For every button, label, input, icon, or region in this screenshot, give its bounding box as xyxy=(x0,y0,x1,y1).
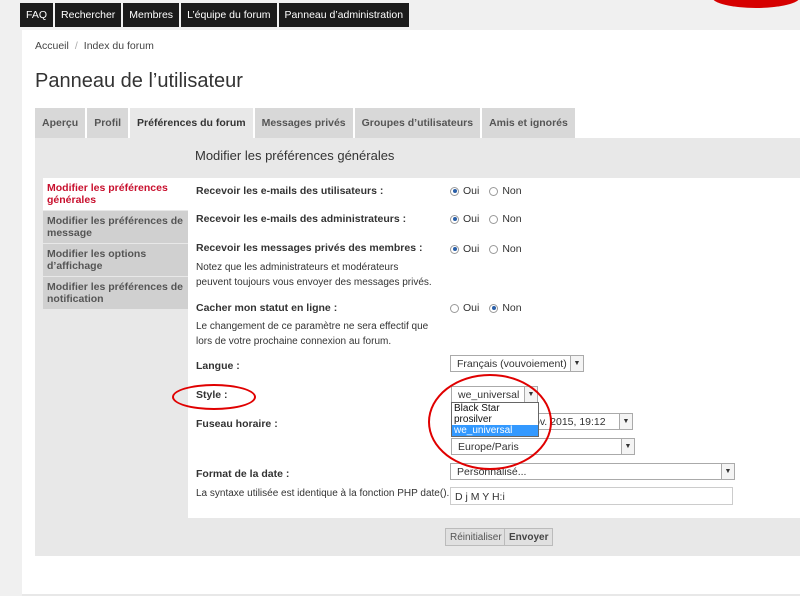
top-nav: FAQ Rechercher Membres L’équipe du forum… xyxy=(20,3,411,27)
style-option-we-universal[interactable]: we_universal xyxy=(452,425,538,436)
label-hide-status: Cacher mon statut en ligne : xyxy=(196,302,338,314)
radio-group-email-users: Oui Non xyxy=(450,185,532,197)
side-item-notification-prefs[interactable]: Modifier les préférences de notification xyxy=(43,277,188,310)
chevron-down-icon: ▼ xyxy=(570,356,583,371)
submit-button[interactable]: Envoyer xyxy=(504,528,554,546)
tab-overview[interactable]: Aperçu xyxy=(35,108,86,138)
style-select[interactable]: we_universal ▼ xyxy=(451,386,538,403)
radio-hide-status-no[interactable] xyxy=(489,303,499,313)
label-style: Style : xyxy=(196,389,228,401)
note-pm-members: Notez que les administrateurs et modérat… xyxy=(196,262,432,288)
radio-pm-members-no[interactable] xyxy=(489,244,499,254)
radio-pm-members-yes[interactable] xyxy=(450,244,459,254)
nav-search[interactable]: Rechercher xyxy=(55,3,122,27)
nav-admin-panel[interactable]: Panneau d’administration xyxy=(278,3,410,27)
radio-email-users-no[interactable] xyxy=(489,186,499,196)
label-email-admins: Recevoir les e-mails des administrateurs… xyxy=(196,213,407,225)
date-format-select-value: Personnalisé... xyxy=(457,466,527,478)
language-select-value: Français (vouvoiement) xyxy=(457,358,567,370)
chevron-down-icon: ▼ xyxy=(621,439,634,454)
radio-email-admins-no[interactable] xyxy=(489,214,499,224)
label-timezone: Fuseau horaire : xyxy=(196,418,278,430)
note-hide-status: Le changement de ce paramètre ne sera ef… xyxy=(196,321,429,347)
timezone-zone-value: Europe/Paris xyxy=(458,441,519,453)
section-title: Modifier les préférences générales xyxy=(195,148,395,163)
chevron-down-icon: ▼ xyxy=(619,414,632,429)
breadcrumb-forum-index[interactable]: Index du forum xyxy=(84,40,154,52)
radio-label-yes: Oui xyxy=(463,243,480,255)
date-format-custom-input[interactable]: D j M Y H:i xyxy=(450,487,733,505)
radio-label-no: Non xyxy=(502,213,522,225)
reset-button[interactable]: Réinitialiser xyxy=(445,528,507,546)
breadcrumb: Accueil / Index du forum xyxy=(35,40,154,52)
style-option-black-star[interactable]: Black Star xyxy=(452,403,538,414)
timezone-date-value: ov. 2015, 19:12 xyxy=(534,416,606,428)
timezone-date-select[interactable]: ov. 2015, 19:12 ▼ xyxy=(527,413,633,430)
tab-private-messages[interactable]: Messages privés xyxy=(254,108,353,138)
breadcrumb-separator: / xyxy=(74,40,78,52)
page-title: Panneau de l’utilisateur xyxy=(35,70,243,92)
chevron-down-icon: ▼ xyxy=(524,387,537,402)
tab-user-groups[interactable]: Groupes d’utilisateurs xyxy=(354,108,481,138)
nav-members[interactable]: Membres xyxy=(123,3,180,27)
label-pm-members: Recevoir les messages privés des membres… xyxy=(196,242,423,254)
tab-profile[interactable]: Profil xyxy=(87,108,129,138)
radio-label-yes: Oui xyxy=(463,185,480,197)
style-option-prosilver[interactable]: prosilver xyxy=(452,414,538,425)
radio-label-no: Non xyxy=(502,243,522,255)
radio-label-yes: Oui xyxy=(463,213,480,225)
radio-group-hide-status: Oui Non xyxy=(450,302,532,314)
nav-team[interactable]: L’équipe du forum xyxy=(181,3,277,27)
nav-faq[interactable]: FAQ xyxy=(20,3,54,27)
radio-label-yes: Oui xyxy=(463,302,480,314)
tab-friends-foes[interactable]: Amis et ignorés xyxy=(482,108,575,138)
label-email-users: Recevoir les e-mails des utilisateurs : xyxy=(196,185,384,197)
label-date-format: Format de la date : xyxy=(196,468,290,480)
side-menu: Modifier les préférences générales Modif… xyxy=(43,178,188,310)
style-dropdown-list: Black Star prosilver we_universal xyxy=(451,402,539,437)
side-item-general-prefs[interactable]: Modifier les préférences générales xyxy=(43,178,188,211)
breadcrumb-home[interactable]: Accueil xyxy=(35,40,69,52)
timezone-zone-select[interactable]: Europe/Paris ▼ xyxy=(451,438,635,455)
radio-email-users-yes[interactable] xyxy=(450,186,459,196)
radio-label-no: Non xyxy=(502,185,522,197)
side-item-display-options[interactable]: Modifier les options d’affichage xyxy=(43,244,188,277)
radio-group-email-admins: Oui Non xyxy=(450,213,532,225)
tab-forum-preferences[interactable]: Préférences du forum xyxy=(130,108,253,138)
radio-hide-status-yes[interactable] xyxy=(450,303,459,313)
note-date-format: La syntaxe utilisée est identique à la f… xyxy=(196,488,450,499)
red-annotation-blob xyxy=(712,0,800,8)
radio-group-pm-members: Oui Non xyxy=(450,243,532,255)
radio-email-admins-yes[interactable] xyxy=(450,214,459,224)
top-bar: FAQ Rechercher Membres L’équipe du forum… xyxy=(0,0,800,30)
label-language: Langue : xyxy=(196,360,240,372)
side-item-message-prefs[interactable]: Modifier les préférences de message xyxy=(43,211,188,244)
language-select[interactable]: Français (vouvoiement) ▼ xyxy=(450,355,584,372)
radio-label-no: Non xyxy=(502,302,522,314)
tab-bar: Aperçu Profil Préférences du forum Messa… xyxy=(35,108,577,138)
style-select-value: we_universal xyxy=(458,389,520,401)
date-format-select[interactable]: Personnalisé... ▼ xyxy=(450,463,735,480)
chevron-down-icon: ▼ xyxy=(721,464,734,479)
left-margin xyxy=(0,30,22,596)
